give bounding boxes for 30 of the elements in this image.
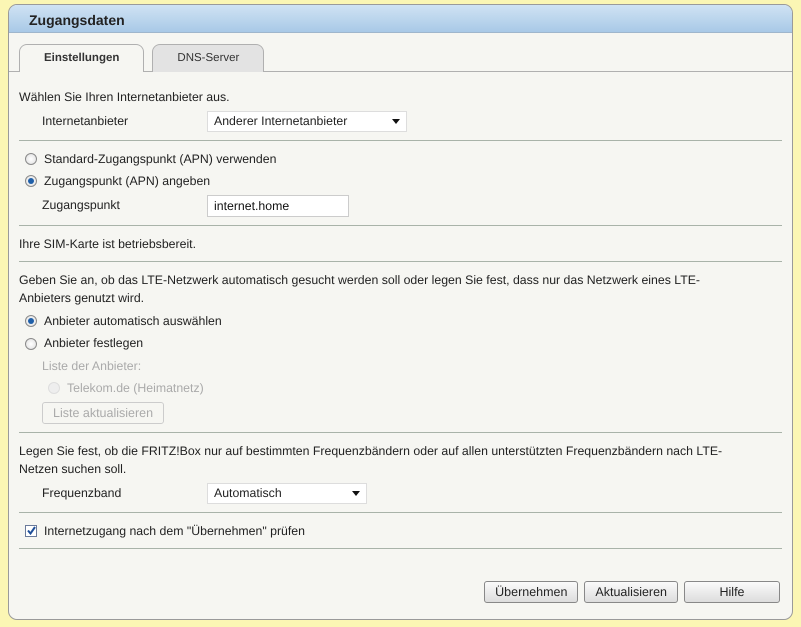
tab[interactable]: DNS-Server (152, 44, 264, 72)
field-label: Zugangspunkt (42, 197, 121, 214)
radio-label: Zugangspunkt (APN) angeben (44, 173, 210, 190)
radio-button[interactable] (25, 315, 37, 328)
list-label: Liste der Anbieter: (41, 358, 142, 375)
radio-button[interactable] (25, 338, 37, 350)
tab[interactable]: Einstellungen (19, 44, 144, 72)
instruction-text: Wählen Sie Ihren Internetanbieter aus. (19, 89, 231, 106)
checkbox-label: Internetzugang nach dem "Übernehmen" prüfen (44, 522, 305, 540)
dropdown[interactable]: Anderer Internetanbieter (207, 110, 407, 132)
action-button[interactable]: Aktualisieren (584, 581, 678, 603)
field-label: Internetanbieter (42, 112, 130, 130)
checkbox[interactable] (25, 524, 37, 537)
radio-button[interactable] (25, 152, 37, 165)
radio-button[interactable] (25, 175, 37, 188)
instruction-text: Ihre SIM-Karte ist betriebsbereit. (19, 236, 198, 253)
radio-label: Anbieter festlegen (44, 335, 144, 352)
dropdown-arrow-icon (352, 490, 360, 496)
field-label: Frequenzband (42, 484, 122, 502)
dropdown[interactable]: Automatisch (207, 482, 367, 504)
radio-label: Telekom.de (Heimatnetz) (67, 380, 204, 398)
dropdown-arrow-icon (392, 118, 400, 124)
radio-label: Standard-Zugangspunkt (APN) verwenden (44, 150, 276, 168)
action-button[interactable]: Übernehmen (484, 581, 578, 603)
instruction-text: Legen Sie fest, ob die FRITZ!Box nur auf bestimmten Frequenzbändern oder auf allen unterstützten Frequenzbändern nach LTE-Netzen suchen soll. (19, 442, 724, 478)
radio-label: Anbieter automatisch auswählen (44, 312, 222, 330)
panel-title: Zugangsdaten (9, 5, 792, 33)
action-button[interactable]: Hilfe (684, 581, 780, 603)
input-field[interactable]: internet.home (207, 194, 349, 217)
instruction-text: Geben Sie an, ob das LTE-Netzwerk automatisch gesucht werden soll oder legen Sie fest, dass nur das Netzwerk eines LTE-Anbieters genutzt wird. (19, 272, 701, 308)
